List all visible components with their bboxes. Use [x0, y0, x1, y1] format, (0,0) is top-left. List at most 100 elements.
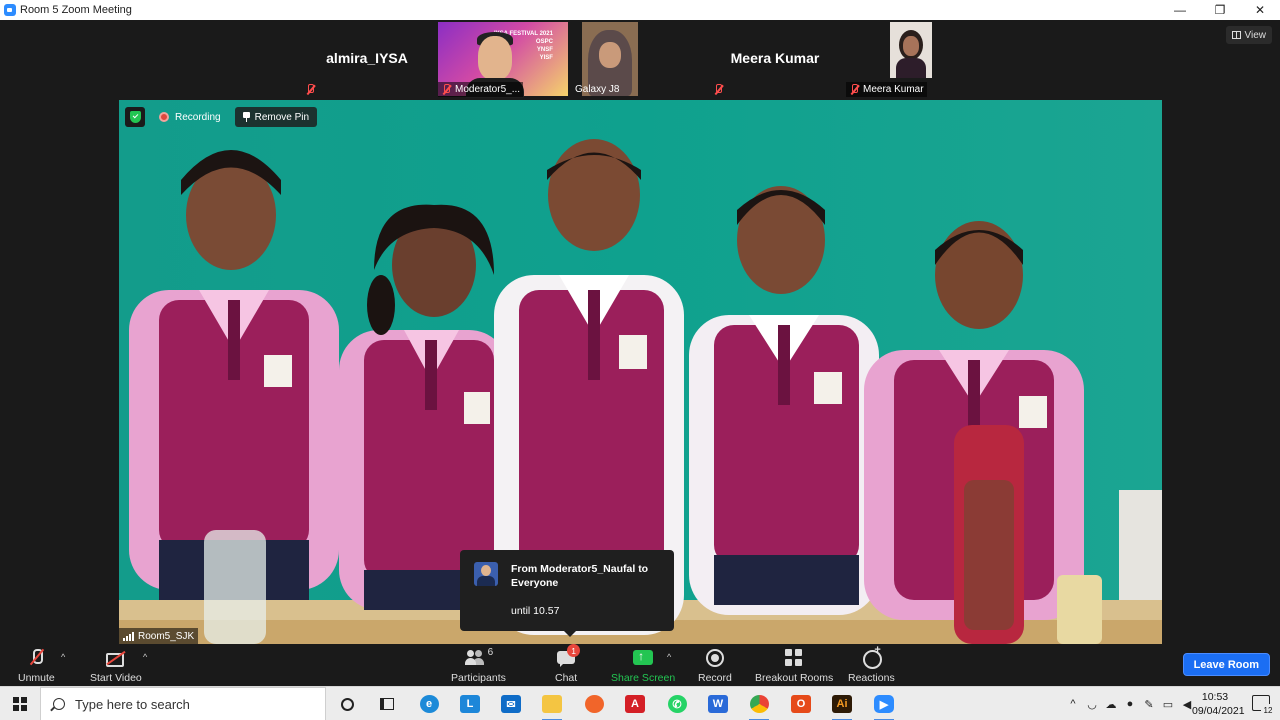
taskbar-search-box[interactable]: Type here to search — [40, 687, 326, 720]
participant-name: Meera Kumar — [730, 50, 820, 66]
microphone-icon[interactable]: ● — [1123, 698, 1137, 710]
breakout-rooms-button[interactable]: Breakout Rooms — [755, 647, 833, 684]
onedrive-icon[interactable]: ☁ — [1104, 698, 1118, 711]
record-button[interactable]: Record — [698, 647, 732, 684]
encryption-shield-icon[interactable] — [125, 107, 145, 127]
meeting-area: View almira_IYSA IYSA FESTIVAL 2021 OSPC Y… — [0, 20, 1280, 644]
zoom-app-icon — [4, 4, 16, 16]
remove-pin-button[interactable]: Remove Pin — [234, 107, 318, 127]
chat-sender: From Moderator5_Naufal to Everyone — [511, 563, 649, 589]
windows-taskbar: Type here to search e L ✉ A ✆ W O Ai ▶ ^… — [0, 686, 1280, 720]
whatsapp-icon[interactable]: ✆ — [664, 692, 690, 716]
recording-indicator[interactable]: Recording — [153, 107, 227, 127]
start-button[interactable] — [0, 687, 40, 720]
windows-logo-icon — [13, 697, 27, 711]
participants-count: 6 — [487, 647, 494, 658]
chat-label: Chat — [555, 672, 578, 684]
mic-muted-icon — [849, 84, 859, 95]
taskbar-clock[interactable]: 10:53 09/04/2021 — [1192, 690, 1245, 718]
unmute-button[interactable]: Unmute — [18, 647, 55, 684]
participants-button[interactable]: 6 Participants — [451, 647, 506, 684]
share-options-caret[interactable]: ^ — [667, 652, 675, 662]
restore-button[interactable]: ❐ — [1200, 0, 1240, 20]
participant-tile[interactable]: IYSA FESTIVAL 2021 OSPC YNSF YISF Moderator… — [436, 20, 570, 98]
meeting-toolbar: Unmute ^ Start Video ^ 6 Participants 1 … — [0, 644, 1280, 686]
participant-nametag: Meera Kumar — [846, 82, 927, 97]
grid-icon — [1231, 31, 1241, 39]
remove-pin-label: Remove Pin — [254, 111, 310, 123]
mic-muted-icon — [441, 84, 451, 95]
pin-icon — [242, 112, 250, 122]
cortana-icon[interactable] — [334, 692, 360, 716]
pinned-participant-name: Room5_SJK — [138, 630, 195, 642]
breakout-rooms-icon — [783, 647, 805, 669]
participants-icon — [464, 647, 486, 669]
start-video-button[interactable]: Start Video — [90, 647, 142, 684]
close-button[interactable]: ✕ — [1240, 0, 1280, 20]
reactions-button[interactable]: Reactions — [848, 644, 895, 684]
chevron-up-icon[interactable]: ^ — [1066, 698, 1080, 710]
mail-icon[interactable]: ✉ — [498, 692, 524, 716]
participant-video — [890, 22, 932, 78]
reactions-label: Reactions — [848, 672, 895, 684]
network-icon[interactable]: ◡ — [1085, 698, 1099, 711]
window-titlebar: Room 5 Zoom Meeting — ❐ ✕ — [0, 0, 1280, 20]
mic-muted-icon — [25, 647, 47, 669]
system-tray: ^ ◡ ☁ ● ✎ ▭ ◀ — [1066, 687, 1194, 720]
participant-tile[interactable]: Meera Kumar — [708, 20, 842, 98]
view-button[interactable]: View — [1225, 26, 1272, 44]
signal-strength-icon — [123, 631, 134, 641]
acrobat-icon[interactable]: A — [622, 692, 648, 716]
file-explorer-icon[interactable] — [539, 692, 565, 720]
view-button-label: View — [1244, 29, 1267, 41]
wps-icon[interactable]: W — [705, 692, 731, 716]
share-screen-button[interactable]: Share Screen — [611, 647, 675, 684]
participant-tile[interactable]: Meera Kumar — [844, 20, 978, 98]
chat-button[interactable]: 1 Chat — [555, 644, 581, 684]
zoom-icon[interactable]: ▶ — [871, 692, 897, 720]
participant-tile[interactable]: almira_IYSA — [300, 20, 434, 98]
clock-time: 10:53 — [1201, 691, 1229, 703]
leave-room-button[interactable]: Leave Room — [1182, 653, 1270, 676]
search-icon — [53, 698, 65, 710]
record-label: Record — [698, 672, 732, 684]
clock-date: 09/04/2021 — [1192, 705, 1245, 717]
share-screen-icon — [632, 647, 654, 669]
firefox-icon[interactable] — [581, 692, 607, 716]
participant-nametag — [302, 82, 318, 97]
l-app-icon[interactable]: L — [457, 692, 483, 716]
task-view-icon[interactable] — [374, 692, 400, 716]
search-placeholder: Type here to search — [75, 696, 190, 712]
chat-unread-badge: 1 — [567, 644, 581, 657]
illustrator-icon[interactable]: Ai — [829, 692, 855, 720]
pen-icon[interactable]: ✎ — [1142, 698, 1156, 711]
participant-nametag: Galaxy J8 — [572, 82, 622, 97]
window-title: Room 5 Zoom Meeting — [20, 4, 132, 16]
record-icon — [704, 647, 726, 669]
office-icon[interactable]: O — [788, 692, 814, 716]
chat-icon: 1 — [555, 644, 581, 669]
record-dot-icon — [159, 112, 169, 122]
participant-tile[interactable]: Galaxy J8 — [572, 20, 706, 98]
pinned-participant-nametag: Room5_SJK — [119, 628, 199, 644]
chrome-icon[interactable] — [746, 692, 772, 720]
chat-message: until 10.57 — [511, 605, 560, 617]
mic-muted-icon — [305, 84, 315, 95]
minimize-button[interactable]: — — [1160, 0, 1200, 20]
mic-muted-icon — [713, 84, 723, 95]
notification-center-icon[interactable]: 12 — [1252, 695, 1275, 716]
edge-icon[interactable]: e — [416, 692, 442, 716]
participant-name: almira_IYSA — [326, 50, 408, 66]
participant-nametag: Moderator5_... — [438, 82, 524, 97]
chat-notification-popup[interactable]: From Moderator5_Naufal to Everyone until… — [460, 550, 674, 637]
video-options-caret[interactable]: ^ — [143, 652, 151, 662]
recording-label: Recording — [175, 111, 221, 123]
notification-count: 12 — [1261, 704, 1275, 716]
participants-label: Participants — [451, 672, 506, 684]
thumbnail-strip: almira_IYSA IYSA FESTIVAL 2021 OSPC YNSF YI… — [300, 20, 980, 98]
video-muted-icon — [105, 647, 127, 669]
unmute-label: Unmute — [18, 672, 55, 684]
participant-name: Meera Kumar — [863, 84, 924, 95]
battery-icon[interactable]: ▭ — [1161, 698, 1175, 711]
audio-options-caret[interactable]: ^ — [61, 652, 69, 662]
